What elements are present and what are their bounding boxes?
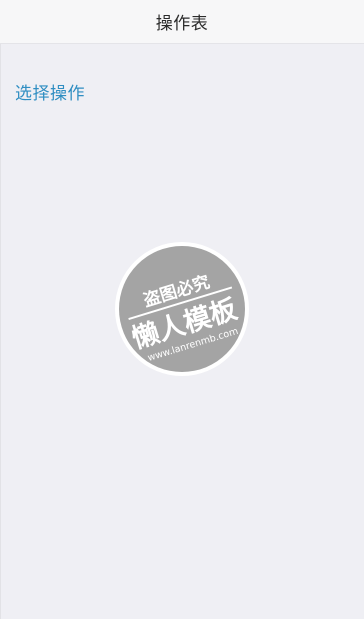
choose-action-link[interactable]: 选择操作 <box>15 79 85 104</box>
navigation-bar: 操作表 <box>0 0 364 44</box>
page-title: 操作表 <box>155 14 209 34</box>
content-left-border <box>0 44 1 619</box>
watermark-seal: 盗图必究 懒人模板 www.lanrenmb.com <box>115 242 249 376</box>
